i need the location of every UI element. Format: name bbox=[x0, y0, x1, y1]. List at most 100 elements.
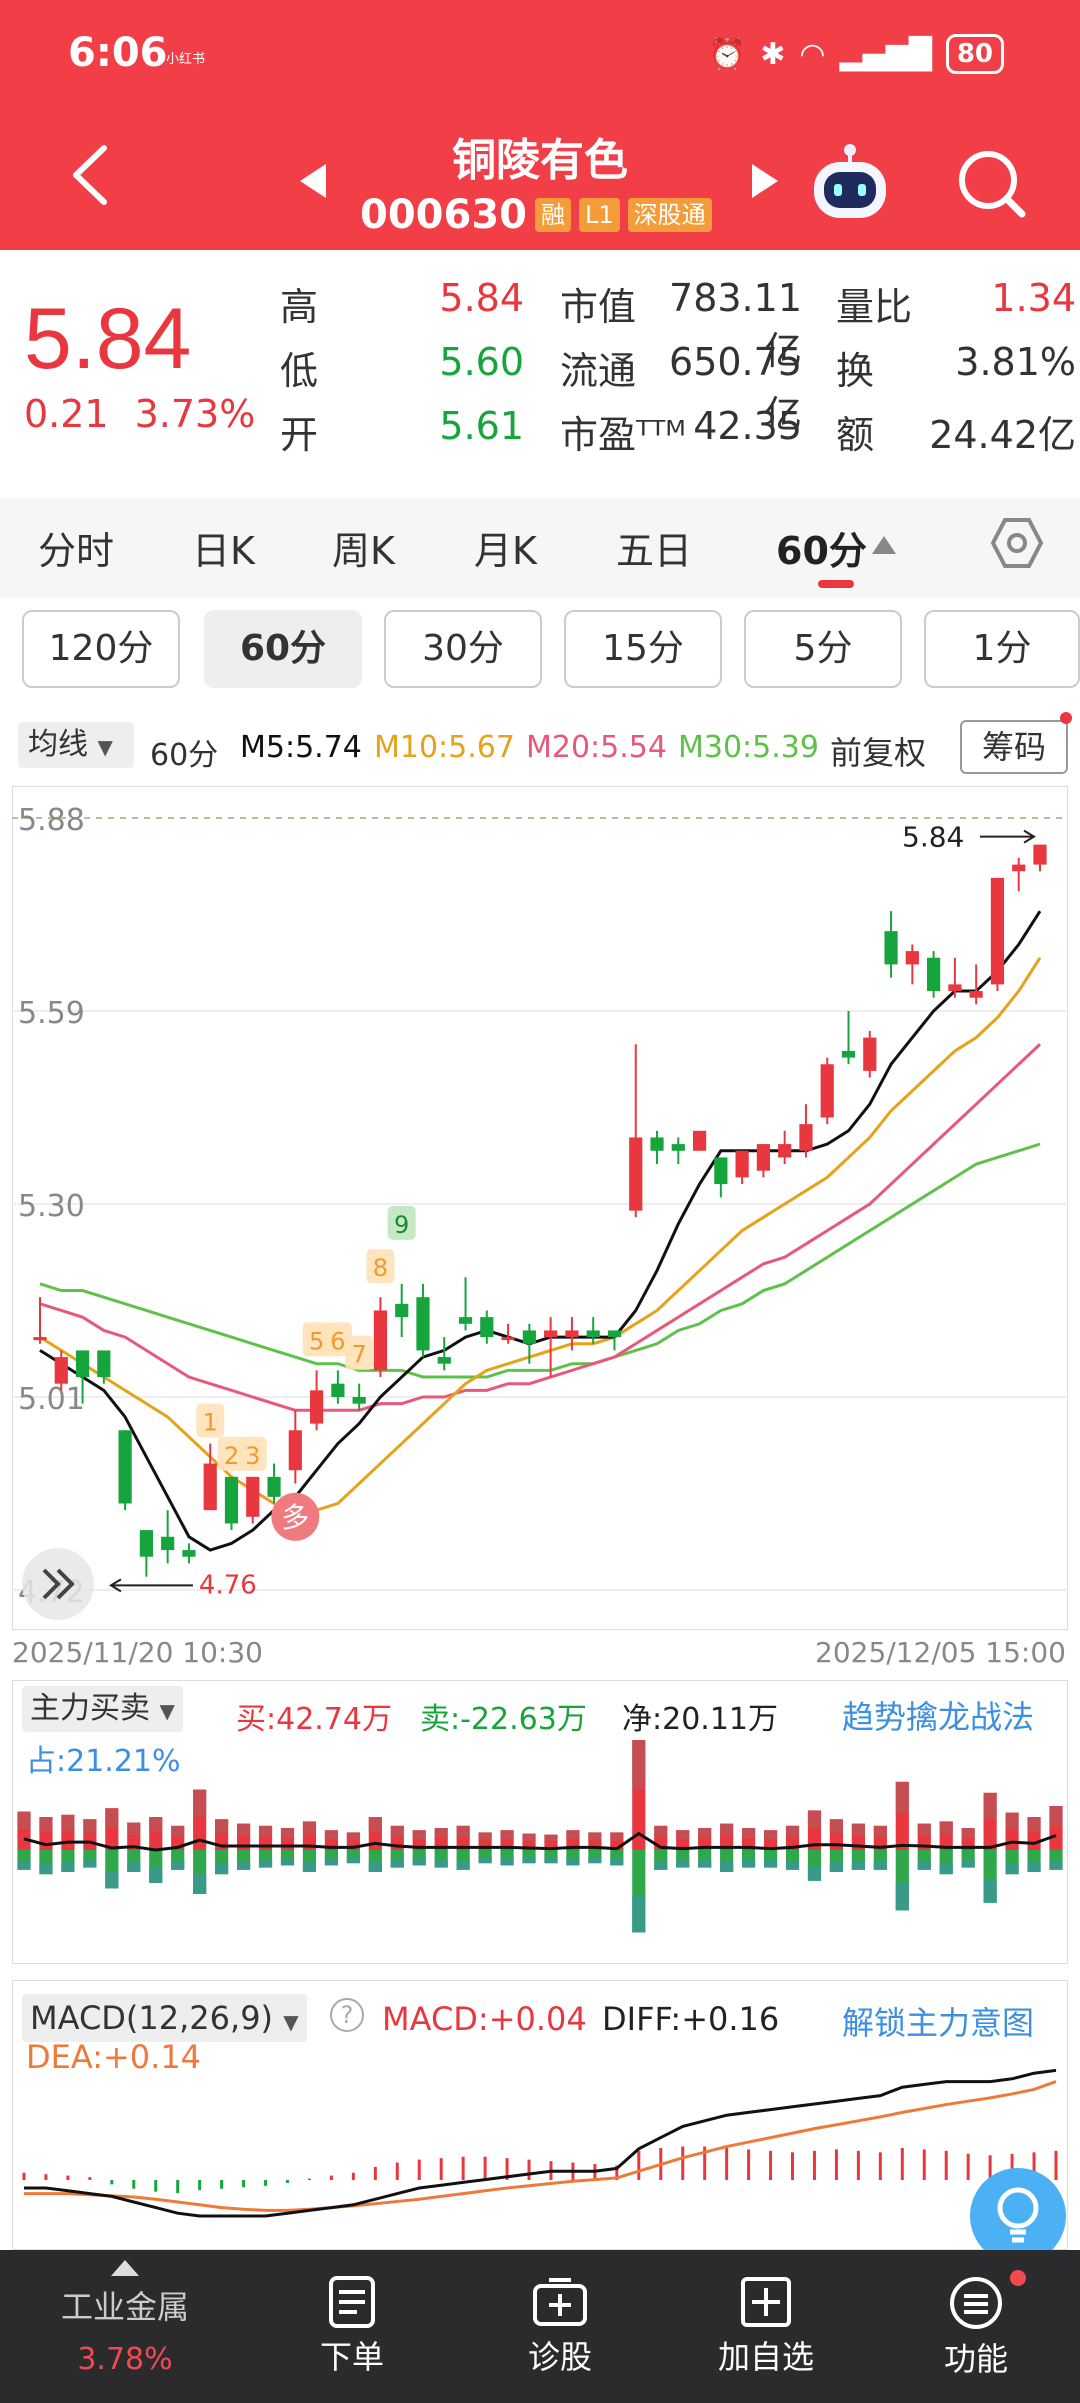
flow-buy-top bbox=[983, 1792, 997, 1819]
flow-sell-bottom bbox=[390, 1859, 404, 1868]
help-icon[interactable]: ? bbox=[330, 1998, 364, 2032]
status-time: 6:06 bbox=[68, 30, 168, 76]
signal-number: 7 bbox=[352, 1341, 367, 1369]
flow-buy-top bbox=[522, 1833, 536, 1841]
date-end: 2025/12/05 15:00 bbox=[815, 1636, 1066, 1669]
robot-assistant-icon[interactable] bbox=[808, 140, 892, 224]
mcap-label: 市值 bbox=[560, 285, 637, 329]
open-value: 5.61 bbox=[439, 404, 524, 448]
vol-ratio-label: 量比 bbox=[836, 285, 913, 329]
unlock-intent-link[interactable]: 解锁主力意图 bbox=[842, 1998, 1034, 2044]
ma-dropdown[interactable]: 均线 ▼ bbox=[18, 722, 134, 768]
flow-sell-bottom bbox=[171, 1860, 185, 1870]
order-doc-icon bbox=[329, 2276, 375, 2328]
flow-sell-bottom bbox=[434, 1859, 448, 1868]
flow-sell-bottom bbox=[544, 1857, 558, 1864]
diagnose-button[interactable]: 诊股 bbox=[490, 2250, 630, 2403]
kline-chart[interactable]: 5.885.595.305.014.725.844.7612356789多 bbox=[12, 786, 1068, 1630]
tab-weekly-k[interactable]: 周K bbox=[332, 520, 395, 575]
candle-body bbox=[1012, 864, 1026, 872]
ma-legend: 均线 ▼ 60分 M5:5.74 M10:5.67 M20:5.54 M30:5… bbox=[0, 710, 1080, 774]
flow-buy-top bbox=[39, 1817, 53, 1832]
candle-body bbox=[331, 1383, 345, 1397]
tab-intraday[interactable]: 分时 bbox=[38, 520, 114, 575]
flow-sell-bottom bbox=[412, 1858, 426, 1866]
caret-up-icon[interactable] bbox=[870, 534, 898, 556]
flow-sell-bottom bbox=[215, 1863, 229, 1875]
flow-buy-top bbox=[456, 1825, 470, 1837]
flow-buy-top bbox=[127, 1822, 141, 1835]
add-watchlist-button[interactable]: 加自选 bbox=[696, 2250, 836, 2403]
candle-body bbox=[352, 1397, 366, 1404]
candle-body bbox=[778, 1144, 792, 1158]
flow-dropdown[interactable]: 主力买卖 ▼ bbox=[22, 1686, 183, 1732]
candle-body bbox=[373, 1310, 388, 1371]
bluetooth-icon: ✱ bbox=[760, 36, 786, 72]
margin-tag: 融 bbox=[535, 198, 571, 232]
flow-sell-bottom bbox=[127, 1862, 141, 1872]
tab-60min[interactable]: 60分 bbox=[776, 520, 867, 575]
interval-1min[interactable]: 1分 bbox=[924, 610, 1080, 688]
interval-30min[interactable]: 30分 bbox=[384, 610, 542, 688]
function-button[interactable]: 功能 bbox=[906, 2250, 1046, 2403]
trend-strategy-link[interactable]: 趋势擒龙战法 bbox=[842, 1692, 1034, 1738]
candle-body bbox=[480, 1317, 494, 1338]
flow-buy-top bbox=[215, 1819, 229, 1834]
next-stock-icon[interactable] bbox=[752, 164, 778, 198]
vol-ratio-value: 1.34 bbox=[991, 276, 1076, 320]
order-button[interactable]: 下单 bbox=[282, 2250, 422, 2403]
flow-sell-bottom bbox=[720, 1862, 734, 1872]
chevron-down-icon: ▼ bbox=[159, 1699, 175, 1723]
tab-monthly-k[interactable]: 月K bbox=[474, 520, 537, 575]
change-value: 0.21 bbox=[24, 392, 109, 436]
low-label: 低 bbox=[280, 349, 319, 393]
bottom-toolbar: 工业金属 3.78% 下单 诊股 加自选 功能 bbox=[0, 2250, 1080, 2403]
tab-daily-k[interactable]: 日K bbox=[192, 520, 255, 575]
interval-120min[interactable]: 120分 bbox=[22, 610, 180, 688]
search-icon[interactable] bbox=[956, 148, 1028, 220]
interval-15min[interactable]: 15分 bbox=[564, 610, 722, 688]
flow-sell-bottom bbox=[258, 1859, 273, 1868]
flow-sell-bottom bbox=[1027, 1862, 1041, 1872]
add-watchlist-label: 加自选 bbox=[717, 2338, 814, 2376]
flow-sell-bottom bbox=[829, 1862, 844, 1872]
chevron-down-icon: ▼ bbox=[97, 735, 113, 759]
flow-buy-top bbox=[698, 1828, 712, 1838]
candle-body bbox=[267, 1476, 281, 1497]
flow-sell-bottom bbox=[149, 1868, 163, 1883]
flow-buy-top bbox=[171, 1825, 185, 1837]
active-tab-indicator bbox=[818, 580, 854, 588]
connect-tag: 深股通 bbox=[627, 198, 712, 232]
candle-body bbox=[565, 1330, 579, 1338]
settings-icon[interactable] bbox=[990, 516, 1044, 570]
flow-sell-bottom bbox=[961, 1859, 975, 1868]
flow-sell-bottom bbox=[742, 1859, 756, 1868]
float-label: 流通 bbox=[560, 349, 637, 393]
macd-dropdown[interactable]: MACD(12,26,9) ▼ bbox=[22, 1994, 307, 2042]
interval-60min[interactable]: 60分 bbox=[204, 610, 362, 688]
y-tick-label: 5.01 bbox=[18, 1382, 85, 1417]
high-value: 5.84 bbox=[439, 276, 524, 320]
low-price-label: 4.76 bbox=[199, 1570, 257, 1600]
ma10-value: M10:5.67 bbox=[374, 730, 515, 765]
price-adjust[interactable]: 前复权 bbox=[830, 728, 926, 774]
candle-body bbox=[501, 1337, 515, 1341]
tab-five-day[interactable]: 五日 bbox=[616, 520, 692, 575]
change-percent: 3.73% bbox=[134, 392, 256, 436]
stock-header: 6:06 小红书 ⏰ ✱ ◠ ▂▄▆█ 80 铜陵有色 000630 融 L1 … bbox=[0, 0, 1080, 250]
stock-code: 000630 bbox=[360, 192, 527, 238]
interval-5min[interactable]: 5分 bbox=[744, 610, 902, 688]
chip-button[interactable]: 筹码 bbox=[960, 720, 1068, 774]
flow-buy-top bbox=[500, 1830, 514, 1840]
prev-stock-icon[interactable] bbox=[300, 164, 326, 198]
candle-body bbox=[969, 991, 983, 998]
flow-buy-top bbox=[346, 1832, 360, 1841]
flow-buy-top bbox=[83, 1819, 97, 1834]
flow-sell-bottom bbox=[983, 1879, 997, 1903]
sector-button[interactable]: 工业金属 3.78% bbox=[20, 2250, 230, 2403]
flow-buy-top bbox=[390, 1825, 404, 1837]
flow-buy-top bbox=[1005, 1812, 1019, 1830]
flow-buy-top bbox=[544, 1834, 558, 1842]
candle-body bbox=[437, 1357, 451, 1364]
candle-body bbox=[75, 1350, 90, 1378]
